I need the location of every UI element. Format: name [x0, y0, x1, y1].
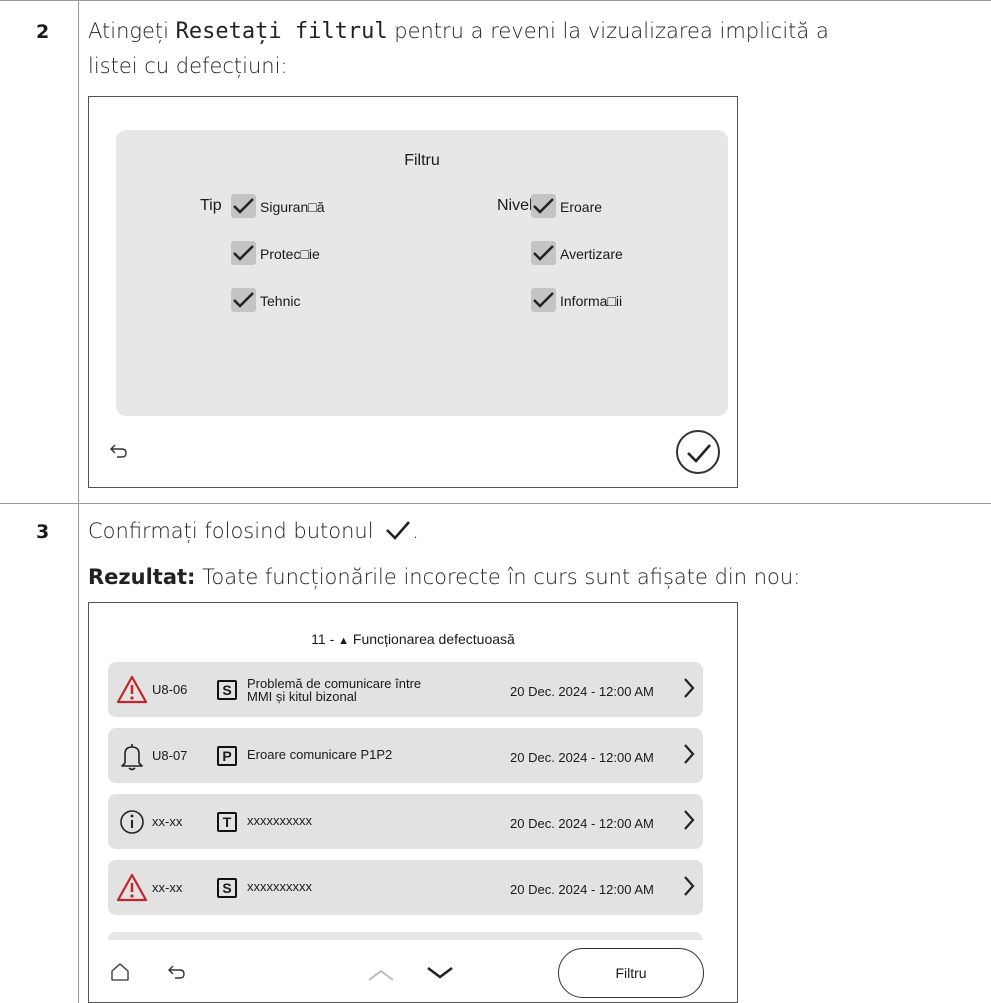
- back-arrow-icon[interactable]: [167, 964, 187, 985]
- fault-date: 20 Dec. 2024 - 12:00 AM: [510, 684, 654, 699]
- category-badge: P: [217, 746, 237, 766]
- checkbox-label-technical: Tehnic: [260, 293, 301, 309]
- scroll-down-icon[interactable]: [426, 966, 454, 985]
- step-text: Confirmați folosind butonul: [88, 519, 374, 543]
- checkbox-label-safety: Siguran□ă: [260, 199, 325, 215]
- filter-panel: Filtru Tip Nivel Siguran□ă Protec□ie Teh…: [116, 130, 728, 416]
- check-icon: [533, 198, 554, 214]
- check-icon: [233, 198, 254, 214]
- fault-description-line2: MMI și kitul bizonal: [247, 689, 357, 704]
- step-text-line2: listei cu defecțiuni:: [88, 54, 288, 78]
- reset-filter-command: Resetați filtrul: [175, 19, 388, 44]
- scroll-up-icon[interactable]: [367, 968, 395, 987]
- fault-code: xx-xx: [152, 814, 183, 829]
- category-badge: T: [217, 812, 237, 832]
- step-instruction: Confirmați folosind butonul .: [88, 514, 419, 548]
- check-icon: [533, 245, 554, 261]
- home-icon[interactable]: [109, 961, 131, 988]
- checkbox-warning[interactable]: [531, 241, 556, 265]
- step-number: 3: [36, 521, 50, 543]
- fault-date: 20 Dec. 2024 - 12:00 AM: [510, 816, 654, 831]
- filter-screen: Filtru Tip Nivel Siguran□ă Protec□ie Teh…: [88, 96, 738, 488]
- bell-icon: [116, 740, 148, 772]
- table-divider: [0, 503, 991, 504]
- checkbox-label-warning: Avertizare: [560, 246, 623, 262]
- fault-description: Eroare comunicare P1P2: [247, 747, 393, 762]
- fault-code: U8-07: [152, 748, 188, 763]
- check-icon: [533, 292, 554, 308]
- confirm-button[interactable]: [676, 430, 720, 474]
- fault-description: xxxxxxxxxx: [247, 813, 312, 828]
- checkbox-protection[interactable]: [231, 241, 256, 265]
- check-icon: [233, 292, 254, 308]
- warning-triangle-icon: [116, 872, 148, 904]
- warning-triangle-icon: [116, 674, 148, 706]
- step-number: 2: [36, 21, 50, 43]
- step-text-end: .: [412, 519, 419, 543]
- table-border-top: [0, 0, 991, 1]
- fault-list-screen: 11 - ▲ Funcționarea defectuoasă U8-06 S …: [88, 602, 738, 1003]
- category-badge: S: [217, 878, 237, 898]
- category-badge: S: [217, 680, 237, 700]
- checkbox-error[interactable]: [531, 194, 556, 218]
- step-result: Rezultat: Toate funcționările incorecte …: [88, 560, 800, 594]
- checkbox-label-information: Informa□ii: [560, 293, 623, 309]
- checkmark-circle-icon: [687, 444, 711, 463]
- fault-row[interactable]: xx-xx S xxxxxxxxxx 20 Dec. 2024 - 12:00 …: [108, 860, 703, 915]
- result-label: Rezultat:: [88, 565, 196, 589]
- check-icon: [233, 245, 254, 261]
- step-instruction: Atingeți Resetați filtrul pentru a reven…: [88, 14, 829, 83]
- filter-title: Filtru: [404, 152, 440, 169]
- checkbox-information[interactable]: [531, 288, 556, 312]
- step-text-before: Atingeți: [88, 19, 176, 43]
- instruction-table: 2 Atingeți Resetați filtrul pentru a rev…: [0, 0, 991, 1003]
- fault-row-partial: [108, 932, 703, 940]
- table-column-divider: [78, 0, 79, 1003]
- filter-button[interactable]: Filtru: [558, 948, 704, 998]
- checkbox-label-protection: Protec□ie: [260, 246, 320, 262]
- info-circle-icon: [116, 806, 148, 838]
- checkbox-technical[interactable]: [231, 288, 256, 312]
- chevron-right-icon: [683, 677, 695, 704]
- fault-row[interactable]: xx-xx T xxxxxxxxxx 20 Dec. 2024 - 12:00 …: [108, 794, 703, 849]
- checkbox-label-error: Eroare: [560, 199, 603, 215]
- warning-small-icon: ▲: [338, 635, 350, 647]
- fault-description: xxxxxxxxxx: [247, 879, 312, 894]
- fault-date: 20 Dec. 2024 - 12:00 AM: [510, 882, 654, 897]
- chevron-right-icon: [683, 875, 695, 902]
- type-label: Tip: [200, 197, 222, 214]
- checkmark-icon: [386, 521, 411, 540]
- chevron-right-icon: [683, 809, 695, 836]
- fault-row[interactable]: U8-06 S Problemă de comunicare între MMI…: [108, 662, 703, 717]
- result-text: Toate funcționările incorecte în curs su…: [195, 565, 801, 589]
- fault-date: 20 Dec. 2024 - 12:00 AM: [510, 750, 654, 765]
- checkbox-safety[interactable]: [231, 194, 256, 218]
- title-text: Funcționarea defectuoasă: [349, 631, 515, 647]
- step-text-after: pentru a reveni la vizualizarea implicit…: [387, 19, 829, 43]
- fault-description: Problemă de comunicare între MMI și kitu…: [247, 677, 421, 703]
- fault-row[interactable]: U8-07 P Eroare comunicare P1P2 20 Dec. 2…: [108, 728, 703, 783]
- title-prefix: 11 -: [311, 631, 339, 647]
- fault-code: U8-06: [152, 682, 188, 697]
- chevron-right-icon: [683, 743, 695, 770]
- level-label: Nivel: [497, 197, 533, 214]
- back-arrow-icon[interactable]: [109, 443, 129, 464]
- fault-code: xx-xx: [152, 880, 183, 895]
- fault-list-title: 11 - ▲ Funcționarea defectuoasă: [89, 631, 737, 647]
